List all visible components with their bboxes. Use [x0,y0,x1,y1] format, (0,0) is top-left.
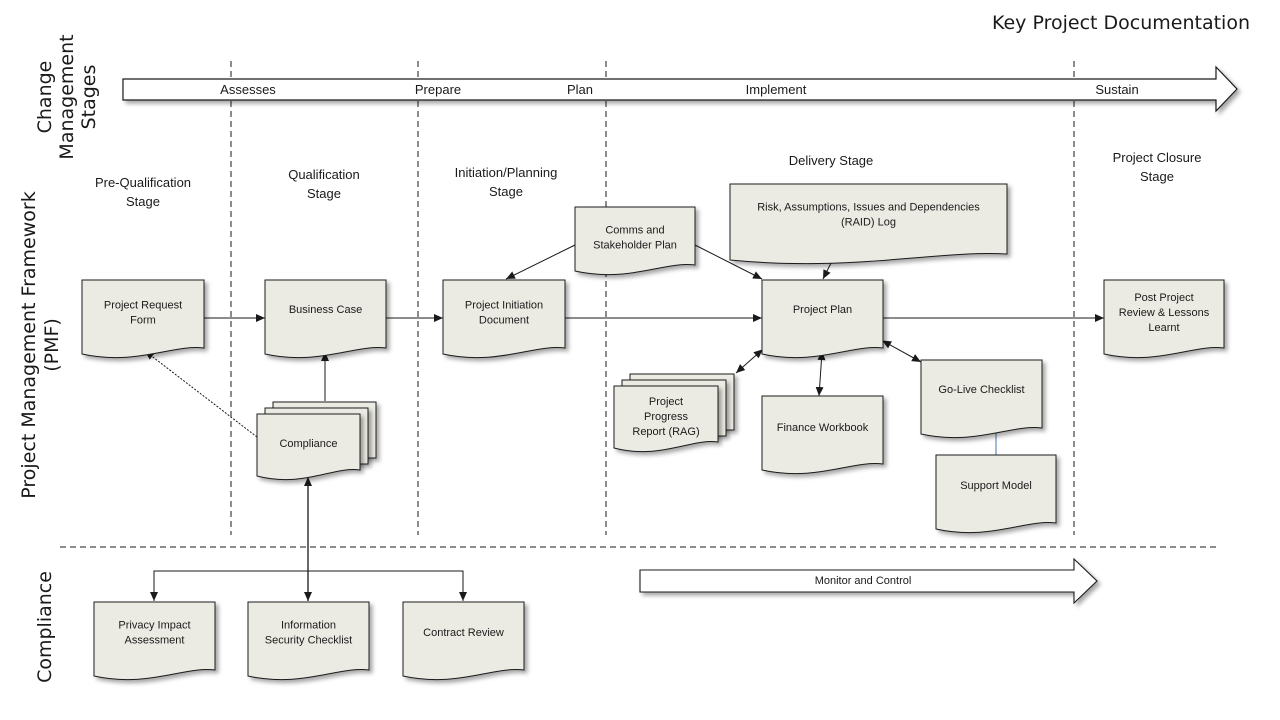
document-label: Progress [644,411,689,423]
document-label: Document [479,314,529,326]
change-stage-plan: Plan [567,82,593,97]
document-label: Privacy Impact [118,620,190,632]
doc-project-plan[interactable]: Project Plan [761,279,884,359]
document-shape [920,359,1043,439]
connector-comms-to-pid [505,244,576,280]
pmf-stage-label: Project Closure [1113,150,1202,165]
pmf-stage-label: Delivery Stage [789,153,874,168]
doc-contract-review[interactable]: Contract Review [402,601,525,681]
document-label: Information [281,620,336,632]
lane-label-line: Stages [78,65,100,130]
pmf-stage-label: Initiation/Planning [455,165,558,180]
change-stage-prepare: Prepare [415,82,461,97]
document-label: Finance Workbook [777,422,869,434]
connector-project-plan-go-live [882,340,922,363]
document-label: Comms and [605,225,664,237]
connector-compliance-to-request-form [144,350,258,438]
document-label: Project Initiation [465,299,543,311]
doc-info-security[interactable]: Information Security Checklist [247,601,370,681]
pmf-stage-label: Stage [126,194,160,209]
doc-post-project-review[interactable]: Post Project Review & Lessons Learnt [1103,279,1225,359]
pmf-stage-label: Qualification [288,167,360,182]
document-label: Assessment [125,635,185,647]
document-label: Support Model [960,480,1032,492]
documents: Project Request Form Business Case Complian… [81,183,1225,681]
connector-compliance-branch-left [150,570,308,601]
document-shape [402,601,525,681]
doc-comms-stakeholder-plan[interactable]: Comms and Stakeholder Plan [574,206,696,276]
monitor-and-control-label: Monitor and Control [815,575,912,587]
doc-business-case[interactable]: Business Case [264,279,387,359]
doc-project-request-form[interactable]: Project Request Form [81,279,205,359]
doc-support-model[interactable]: Support Model [935,454,1057,534]
doc-finance-workbook[interactable]: Finance Workbook [761,395,884,475]
change-management-arrow [122,65,1238,113]
diagram-title: Key Project Documentation [992,12,1250,34]
doc-progress-report[interactable]: Project Progress Report (RAG) [613,373,735,453]
connector-project-plan-progress-report [735,349,763,374]
key-project-documentation-diagram: Key Project Documentation Change Managem… [18,12,1250,683]
lane-label-line: Compliance [34,571,56,683]
change-stage-assesses: Assesses [220,82,276,97]
document-label: Business Case [289,304,362,316]
document-label: Contract Review [423,627,504,639]
doc-project-initiation-document[interactable]: Project Initiation Document [442,279,566,359]
document-label: Go-Live Checklist [938,384,1024,396]
lane-label-change-management: Change Management Stages [34,34,100,159]
document-label: Stakeholder Plan [593,240,677,252]
document-label: Risk, Assumptions, Issues and Dependenci… [757,202,980,214]
doc-go-live-checklist[interactable]: Go-Live Checklist [920,359,1043,439]
lane-label-line: Management [56,34,78,159]
pmf-stage-labels: Pre-Qualification Stage Qualification St… [95,150,1201,209]
document-label: Project Plan [793,304,852,316]
lane-label-line: Project Management Framework [18,191,40,498]
pmf-stage-label: Stage [1140,169,1174,184]
doc-privacy-impact[interactable]: Privacy Impact Assessment [93,601,216,681]
document-shape [935,454,1057,534]
document-label: Review & Lessons [1119,307,1210,319]
lane-label-pmf: Project Management Framework (PMF) [18,191,63,498]
lane-label-line: (PMF) [41,318,63,372]
document-label: Form [130,314,156,326]
connector-project-plan-finance [815,351,826,397]
connector-compliance-branch-right [308,570,467,601]
document-label: Project [649,396,683,408]
document-label: Security Checklist [265,635,352,647]
document-label: Report (RAG) [632,426,699,438]
document-label: Project Request [104,299,182,311]
document-shape [761,279,884,359]
document-label: Learnt [1148,322,1179,334]
lane-label-compliance: Compliance [34,571,56,683]
doc-compliance[interactable]: Compliance [256,401,377,481]
pmf-stage-label: Pre-Qualification [95,175,191,190]
document-label: (RAID) Log [841,217,896,229]
change-stage-sustain: Sustain [1095,82,1138,97]
document-shape [761,395,884,475]
document-label: Post Project [1134,292,1193,304]
document-label: Compliance [279,438,337,450]
doc-raid-log[interactable]: Risk, Assumptions, Issues and Dependenci… [729,183,1008,265]
pmf-stage-label: Stage [489,184,523,199]
pmf-stage-label: Stage [307,186,341,201]
change-stage-implement: Implement [746,82,807,97]
document-shape [264,279,387,359]
lane-label-line: Change [34,61,56,134]
